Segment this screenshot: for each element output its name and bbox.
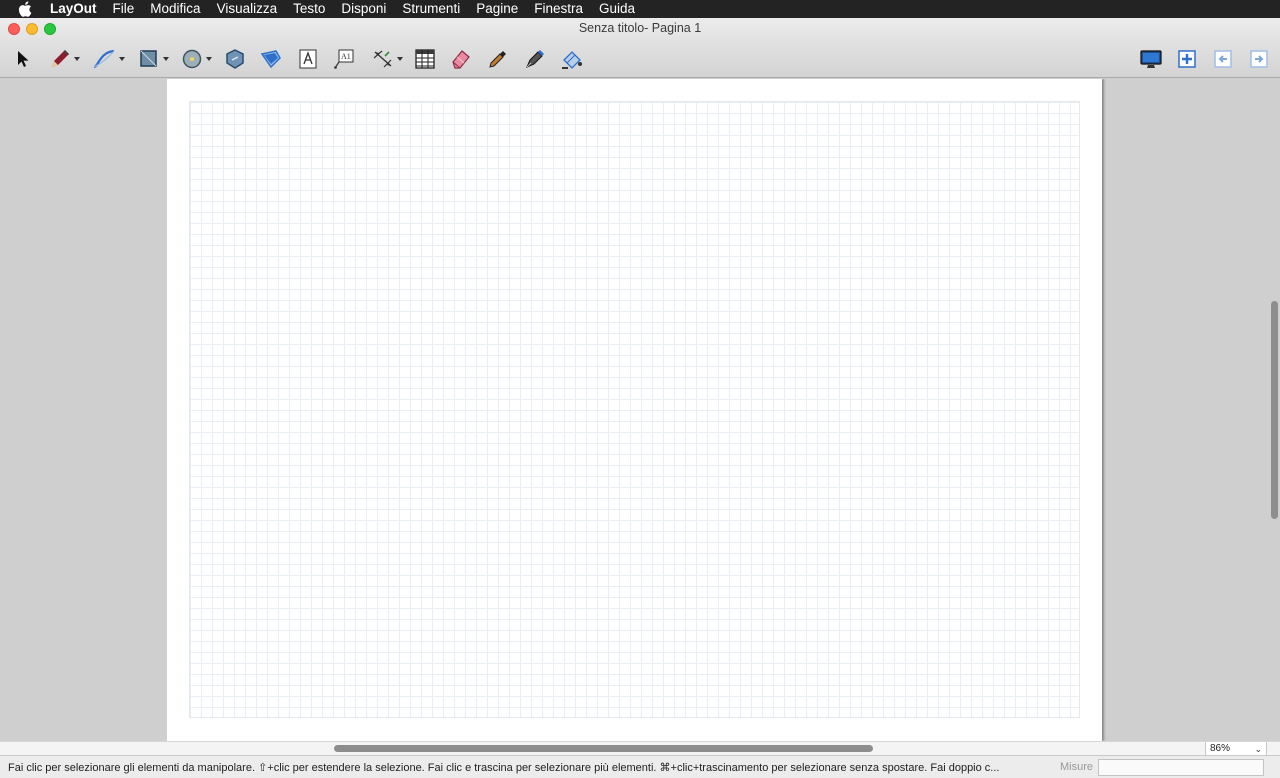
circle-icon <box>182 49 201 69</box>
eraser-icon <box>452 50 470 69</box>
menu-testo[interactable]: Testo <box>285 0 333 18</box>
text-box-icon <box>299 49 317 69</box>
window-title: Senza titolo- Pagina 1 <box>578 21 702 35</box>
style-tool[interactable] <box>486 44 510 74</box>
rectangle-tool[interactable] <box>135 44 171 74</box>
page-next-icon <box>1250 50 1268 68</box>
measurements-input[interactable] <box>1098 759 1264 776</box>
status-bar: Fai clic per selezionare gli elementi da… <box>0 755 1280 778</box>
menu-guida[interactable]: Guida <box>591 0 643 18</box>
select-tool[interactable] <box>12 44 34 74</box>
polygon-icon <box>226 49 244 69</box>
document-workspace[interactable] <box>0 79 1280 741</box>
rectangle-icon <box>139 50 157 67</box>
measurements-label: Misure <box>1060 761 1094 773</box>
horizontal-scrollbar[interactable]: 86% ⌄ <box>0 741 1280 755</box>
polygon-tool[interactable] <box>223 44 247 74</box>
document-page[interactable] <box>167 79 1102 741</box>
eraser-tool[interactable] <box>449 44 473 74</box>
dimension-tool[interactable] <box>369 44 405 74</box>
pen-nib-icon <box>526 50 544 68</box>
menu-visualizza[interactable]: Visualizza <box>209 0 286 18</box>
label-tool[interactable]: A1 <box>332 44 356 74</box>
menu-pagine[interactable]: Pagine <box>468 0 526 18</box>
arrow-pointer-icon <box>18 51 29 67</box>
eyedropper-icon <box>489 51 506 68</box>
split-tool[interactable] <box>523 44 547 74</box>
zoom-value: 86% <box>1210 743 1231 754</box>
chevron-down-icon <box>396 57 403 61</box>
add-page-button[interactable] <box>1175 44 1199 74</box>
presentation-button[interactable] <box>1138 44 1164 74</box>
table-icon <box>415 49 435 69</box>
previous-page-button[interactable] <box>1211 44 1235 74</box>
line-tool[interactable] <box>46 44 82 74</box>
arc-curve-icon <box>93 49 114 69</box>
table-tool[interactable] <box>413 44 437 74</box>
window-title-bar: Senza titolo- Pagina 1 <box>0 18 1280 40</box>
menu-bar: LayOut File Modifica Visualizza Testo Di… <box>0 0 1280 18</box>
zoom-select[interactable]: 86% ⌄ <box>1205 742 1267 755</box>
menu-modifica[interactable]: Modifica <box>142 0 208 18</box>
menu-finestra[interactable]: Finestra <box>526 0 591 18</box>
paint-bucket-icon <box>562 51 582 69</box>
app-menu-layout[interactable]: LayOut <box>50 0 105 18</box>
status-hint: Fai clic per selezionare gli elementi da… <box>8 762 1000 774</box>
apple-menu-icon[interactable] <box>0 0 50 18</box>
chevron-down-icon <box>73 57 80 61</box>
vertical-scrollbar[interactable] <box>1268 79 1280 741</box>
monitor-icon <box>1140 50 1162 68</box>
horizontal-scroll-thumb[interactable] <box>334 745 873 752</box>
arc-tool[interactable] <box>90 44 126 74</box>
chevron-down-icon <box>205 57 212 61</box>
next-page-button[interactable] <box>1247 44 1271 74</box>
chevron-down-icon <box>162 57 169 61</box>
label-icon: A1 <box>334 49 354 69</box>
offset-icon <box>260 50 281 69</box>
text-tool[interactable] <box>296 44 320 74</box>
menu-disponi[interactable]: Disponi <box>333 0 394 18</box>
vertical-scroll-thumb[interactable] <box>1271 301 1278 519</box>
circle-tool[interactable] <box>178 44 214 74</box>
toolbar: A1 <box>0 40 1280 78</box>
svg-text:A1: A1 <box>341 52 351 61</box>
offset-tool[interactable] <box>258 44 284 74</box>
menu-strumenti[interactable]: Strumenti <box>394 0 468 18</box>
join-tool[interactable] <box>559 44 585 74</box>
page-previous-icon <box>1214 50 1232 68</box>
menu-file[interactable]: File <box>105 0 143 18</box>
chevron-down-icon <box>118 57 125 61</box>
dimension-icon <box>373 50 391 68</box>
chevron-down-icon: ⌄ <box>1254 744 1262 754</box>
page-grid[interactable] <box>189 101 1080 718</box>
add-page-icon <box>1178 50 1196 68</box>
pencil-icon <box>51 50 69 67</box>
